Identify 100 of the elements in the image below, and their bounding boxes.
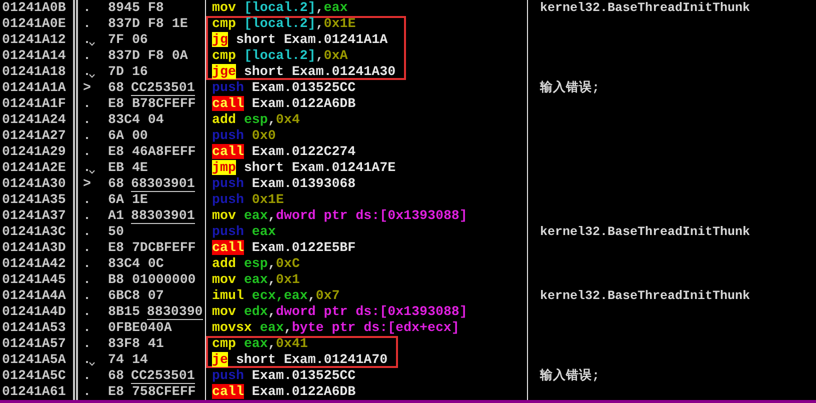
hex-bytes: E8 46A8FEFF (108, 144, 196, 159)
hex-bytes: 6A 00 (108, 128, 148, 143)
hex-bytes: A1 (108, 208, 124, 223)
address-text: 01241A4D (2, 304, 66, 319)
instruction: add esp,0xC (211, 256, 300, 272)
flow-marker: . (83, 144, 91, 159)
instruction: push Exam.013525CC (211, 80, 356, 96)
flow-marker: . (83, 224, 91, 239)
instruction: imul ecx,eax,0x7 (211, 288, 340, 304)
comment-text: kernel32.BaseThreadInitThunk (540, 225, 750, 239)
instruction: add esp,0x4 (211, 112, 300, 128)
address-text: 01241A0E (2, 16, 66, 31)
flow-marker: . (83, 240, 91, 255)
hex-bytes: B8 01000000 (108, 272, 196, 287)
comment-text: kernel32.BaseThreadInitThunk (540, 1, 750, 15)
address-text: 01241A18 (2, 64, 66, 79)
instruction: je short Exam.01241A70 (206, 352, 398, 368)
instruction: cmp [local.2],0xA (206, 48, 406, 64)
instruction: push Exam.01393068 (211, 176, 356, 192)
instruction: movsx eax,byte ptr ds:[edx+ecx] (211, 320, 460, 336)
comment-text: kernel32.BaseThreadInitThunk (540, 289, 750, 303)
instruction: mov edx,dword ptr ds:[0x1393088] (211, 304, 468, 320)
hex-bytes: 8B15 (108, 304, 140, 319)
hex-bytes: 837D F8 0A (108, 48, 188, 63)
hex-bytes: CC253501 (130, 368, 195, 384)
hex-bytes: 68 (108, 80, 124, 95)
hex-bytes: 68 (108, 176, 124, 191)
address-text: 01241A53 (2, 320, 66, 335)
address-text: 01241A35 (2, 192, 66, 207)
instruction: call Exam.0122A6DB (211, 384, 356, 400)
flow-marker: . (83, 128, 91, 143)
address-text: 01241A5C (2, 368, 66, 383)
flow-marker: . (83, 320, 91, 335)
address-text: 01241A2E (2, 160, 66, 175)
address-text: 01241A42 (2, 256, 66, 271)
flow-marker: . (83, 160, 91, 175)
flow-marker: . (83, 256, 91, 271)
hex-bytes: 50 (108, 224, 124, 239)
hex-bytes: 83F8 41 (108, 336, 164, 351)
address-text: 01241A0B (2, 0, 66, 15)
flow-marker: > (83, 80, 91, 95)
address-text: 01241A5A (2, 352, 66, 367)
address-text: 01241A30 (2, 176, 66, 191)
instruction: call Exam.0122C274 (211, 144, 356, 160)
flow-marker: . (83, 32, 91, 47)
hex-bytes: 6BC8 07 (108, 288, 164, 303)
instruction: jge short Exam.01241A30 (206, 64, 406, 80)
hex-bytes: CC253501 (130, 80, 195, 96)
hex-bytes: 0FBE040A (108, 320, 172, 335)
address-text: 01241A3D (2, 240, 66, 255)
address-text: 01241A4A (2, 288, 66, 303)
address-text: 01241A61 (2, 384, 66, 399)
hex-bytes: 88303901 (130, 208, 195, 224)
hex-bytes: 8830390 (146, 304, 203, 320)
flow-marker: . (83, 16, 91, 31)
flow-marker: . (83, 64, 91, 79)
jump-down-icon (89, 170, 95, 174)
instruction: jg short Exam.01241A1A (206, 32, 406, 48)
address-text: 01241A3C (2, 224, 66, 239)
flow-marker: . (83, 368, 91, 383)
instruction: jmp short Exam.01241A7E (211, 160, 396, 176)
flow-marker: . (83, 304, 91, 319)
hex-bytes: 8945 F8 (108, 0, 164, 15)
instruction: push 0x1E (211, 192, 284, 208)
flow-marker: . (83, 208, 91, 223)
jump-down-icon (89, 42, 95, 46)
instruction: cmp [local.2],0x1E (206, 16, 406, 32)
hex-bytes: 74 14 (108, 352, 148, 367)
address-text: 01241A12 (2, 32, 66, 47)
hex-bytes: 68303901 (130, 176, 195, 192)
flow-marker: . (83, 336, 91, 351)
hex-bytes: 6A 1E (108, 192, 148, 207)
address-text: 01241A1A (2, 80, 66, 95)
address-text: 01241A14 (2, 48, 66, 63)
jump-down-icon (89, 74, 95, 78)
flow-marker: . (83, 112, 91, 127)
jump-down-icon (89, 362, 95, 366)
address-text: 01241A27 (2, 128, 66, 143)
instruction: mov [local.2],eax (211, 0, 348, 16)
hex-bytes: E8 7DCBFEFF (108, 240, 196, 255)
address-text: 01241A1F (2, 96, 66, 111)
hex-bytes: E8 758CFEFF (108, 384, 196, 399)
flow-marker: . (83, 272, 91, 287)
instruction: call Exam.0122E5BF (211, 240, 356, 256)
flow-marker: . (83, 96, 91, 111)
address-text: 01241A45 (2, 272, 66, 287)
hex-bytes: 68 (108, 368, 124, 383)
instruction: push 0x0 (211, 128, 276, 144)
flow-marker: . (83, 48, 91, 63)
hex-bytes: 83C4 04 (108, 112, 164, 127)
instruction: push Exam.013525CC (211, 368, 356, 384)
instruction: mov eax,dword ptr ds:[0x1393088] (211, 208, 468, 224)
hex-bytes: E8 B78CFEFF (108, 96, 196, 111)
hex-bytes: 837D F8 1E (108, 16, 188, 31)
hex-bytes: 83C4 0C (108, 256, 164, 271)
comment-text: 输入错误; (540, 369, 600, 383)
address-text: 01241A29 (2, 144, 66, 159)
flow-marker: . (83, 192, 91, 207)
instruction: push eax (211, 224, 276, 240)
comment-text: 输入错误; (540, 81, 600, 95)
